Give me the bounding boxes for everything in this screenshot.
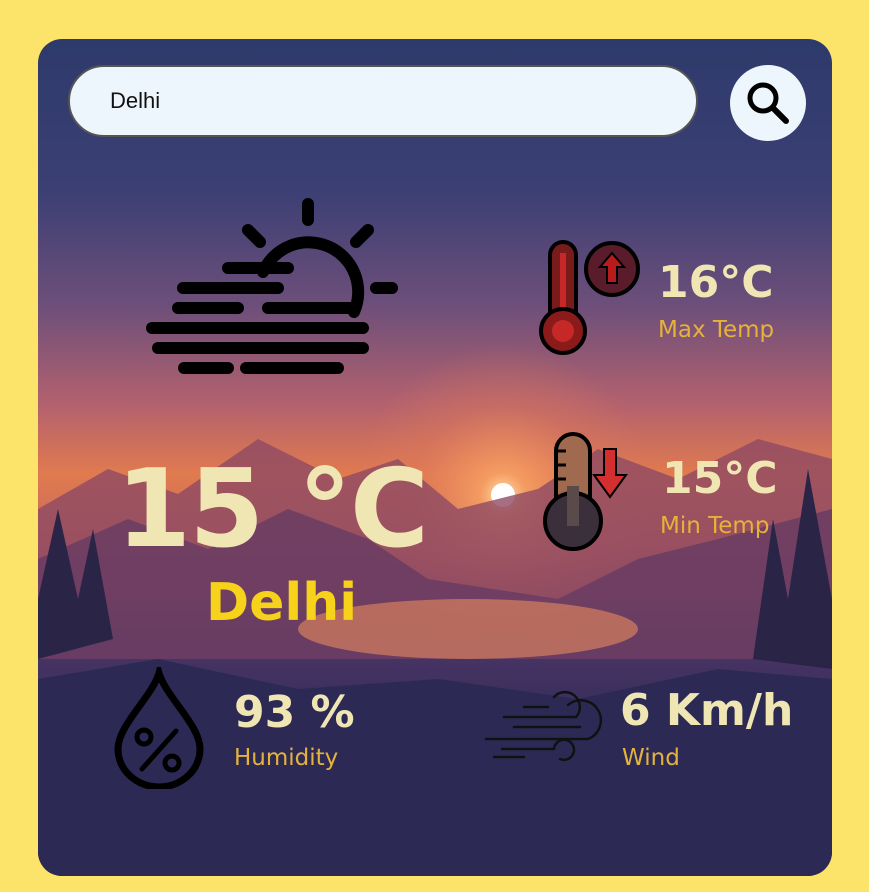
max-temp-label: Max Temp <box>658 317 775 343</box>
wind-icon <box>484 690 603 762</box>
haze-sun-icon <box>146 198 398 374</box>
humidity-value: 93 % <box>234 687 355 738</box>
search-input-value[interactable]: Delhi <box>110 88 160 114</box>
city-name: Delhi <box>206 573 358 633</box>
max-temp-value: 16°C <box>658 257 774 308</box>
wind-value: 6 Km/h <box>620 685 794 736</box>
current-temperature: 15 °C <box>116 447 429 572</box>
search-icon <box>747 82 789 124</box>
weather-card: Delhi 16°C Max Temp 15°C Min Temp 15 °C … <box>38 39 832 876</box>
search-button[interactable] <box>730 65 806 141</box>
max-temp-thermometer-icon <box>539 240 640 355</box>
min-temp-thermometer-icon <box>543 432 628 551</box>
search-input[interactable]: Delhi <box>68 65 698 137</box>
min-temp-value: 15°C <box>662 453 778 504</box>
humidity-label: Humidity <box>234 745 339 771</box>
humidity-drop-icon <box>114 667 204 789</box>
min-temp-label: Min Temp <box>660 513 770 539</box>
wind-label: Wind <box>622 745 680 771</box>
